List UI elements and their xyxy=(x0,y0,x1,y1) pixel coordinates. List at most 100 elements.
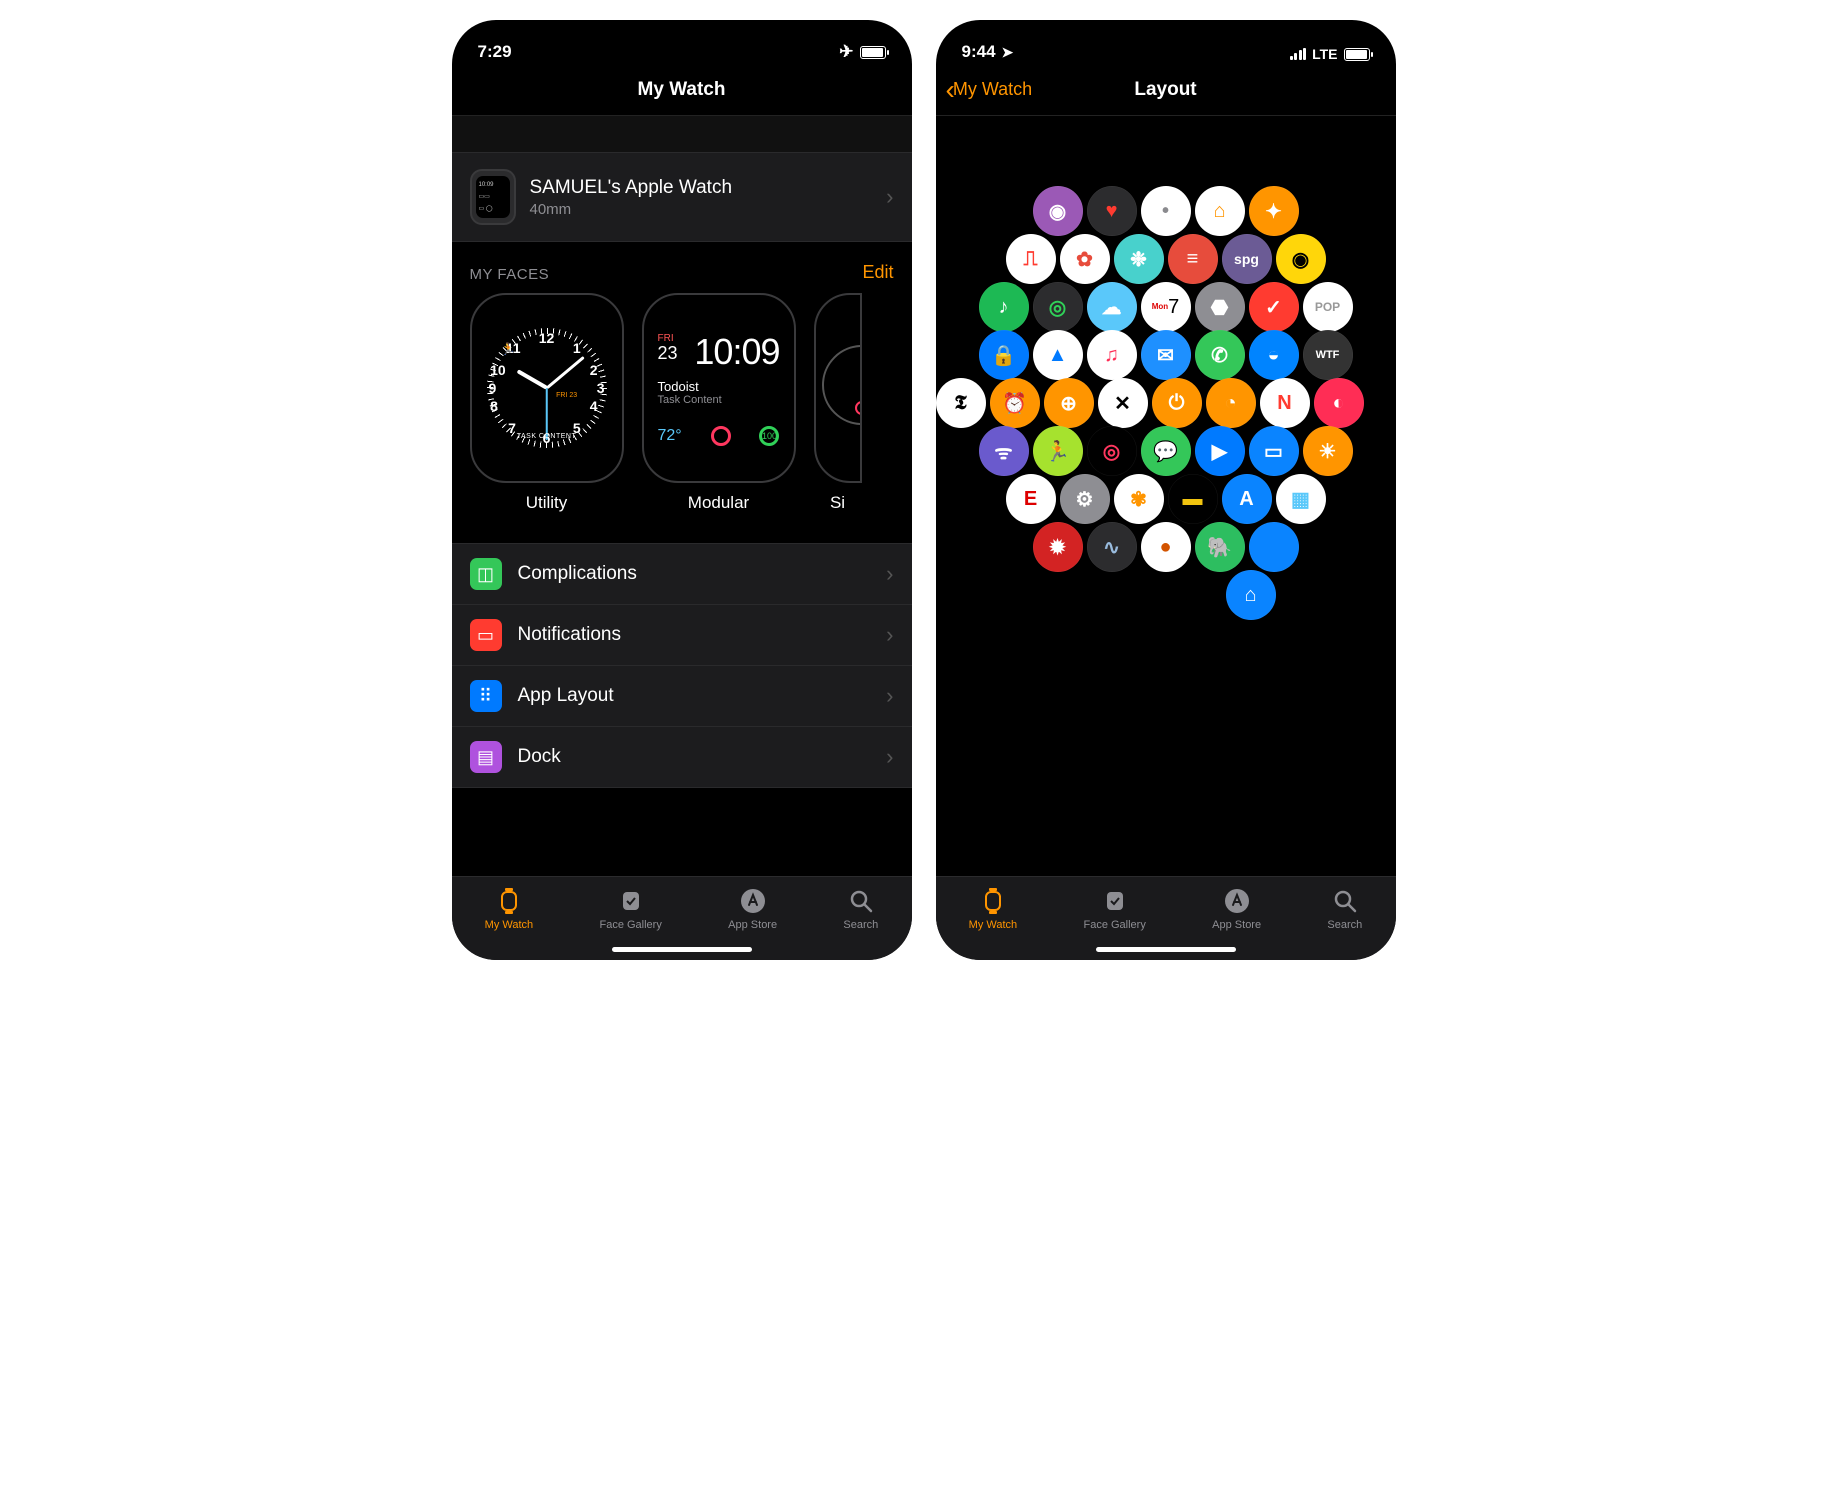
watch-size: 40mm xyxy=(530,201,873,218)
app-pop[interactable]: POP xyxy=(1303,282,1353,332)
app-home[interactable]: ⌂ xyxy=(1195,186,1245,236)
tab-app-store[interactable]: App Store xyxy=(728,887,777,931)
chevron-right-icon: › xyxy=(886,622,893,648)
app-authenticator[interactable]: 🔒 xyxy=(979,330,1029,380)
app-things[interactable]: ✓ xyxy=(1249,282,1299,332)
face-modular[interactable]: FRI23 10:09 Todoist Task Content 72° 100 xyxy=(642,293,796,513)
app-fitness[interactable]: 🏃 xyxy=(1033,426,1083,476)
app-contacts[interactable]: • xyxy=(1141,186,1191,236)
app-homeapp[interactable]: ⌂ xyxy=(1226,570,1276,620)
search-tab-icon xyxy=(847,887,875,915)
app-breathe[interactable]: ✿ xyxy=(1060,234,1110,284)
app-mail[interactable]: ✉ xyxy=(1141,330,1191,380)
notifications-icon: ▭ xyxy=(470,619,502,651)
dock-icon: ▤ xyxy=(470,741,502,773)
app-keynote[interactable]: ▭ xyxy=(1249,426,1299,476)
status-time: 9:44 xyxy=(962,42,996,62)
complications-row[interactable]: ◫ Complications › xyxy=(452,544,912,605)
app-workout[interactable]: ✦ xyxy=(1249,186,1299,236)
app-darksky[interactable]: ☀ xyxy=(1303,426,1353,476)
nav-header: ‹ My Watch Layout xyxy=(936,64,1396,116)
app-nyt[interactable]: 𝕿 xyxy=(936,378,986,428)
edit-button[interactable]: Edit xyxy=(862,262,893,283)
app-news[interactable]: N xyxy=(1260,378,1310,428)
page-title: My Watch xyxy=(638,79,726,101)
app-alarm[interactable]: ⏰ xyxy=(990,378,1040,428)
app-timer[interactable]: ⏻ xyxy=(1152,378,1202,428)
complications-icon: ◫ xyxy=(470,558,502,590)
app-camera[interactable]: ◉ xyxy=(1276,234,1326,284)
app-weather[interactable]: ☁ xyxy=(1087,282,1137,332)
app-stopwatch[interactable]: ◔ xyxy=(1206,378,1256,428)
screen-layout: 9:44 ➤ LTE ‹ My Watch Layout ◉♥•⌂✦⎍✿❉≡sp… xyxy=(936,20,1396,960)
settings-list: ◫ Complications › ▭ Notifications › ⠿ Ap… xyxy=(452,543,912,788)
my-faces-label: MY FACES xyxy=(470,266,550,283)
app-stocks[interactable]: ∿ xyxy=(1087,522,1137,572)
app-mind[interactable]: ❉ xyxy=(1114,234,1164,284)
app-photos[interactable]: ✾ xyxy=(1114,474,1164,524)
analog-clock-icon: 12 1 2 3 4 5 6 7 8 9 10 11 xyxy=(487,328,607,448)
notifications-row[interactable]: ▭ Notifications › xyxy=(452,605,912,666)
app-blue[interactable] xyxy=(1249,522,1299,572)
app-remote[interactable]: ᯤ xyxy=(979,426,1029,476)
home-indicator[interactable] xyxy=(1096,947,1236,952)
app-appstore[interactable]: A xyxy=(1222,474,1272,524)
app-wtf[interactable]: WTF xyxy=(1303,330,1353,380)
home-indicator[interactable] xyxy=(612,947,752,952)
my-faces-header: MY FACES Edit xyxy=(452,242,912,293)
app-layout-row[interactable]: ⠿ App Layout › xyxy=(452,666,912,727)
app-todoist[interactable]: ≡ xyxy=(1168,234,1218,284)
app-messages[interactable]: 💬 xyxy=(1141,426,1191,476)
tab-search[interactable]: Search xyxy=(843,887,878,931)
app-grey[interactable]: ⬣ xyxy=(1195,282,1245,332)
paired-watch-row[interactable]: 10:09▭▭▭ ◯ SAMUEL's Apple Watch 40mm › xyxy=(452,152,912,242)
app-pink[interactable]: ◐ xyxy=(1314,378,1364,428)
app-settings[interactable]: ⚙ xyxy=(1060,474,1110,524)
battery-icon xyxy=(860,46,886,59)
app-calendar[interactable]: Mon7 xyxy=(1141,282,1191,332)
my-watch-tab-icon xyxy=(495,887,523,915)
app-podcasts[interactable]: ◉ xyxy=(1033,186,1083,236)
app-espn[interactable]: E xyxy=(1006,474,1056,524)
app-world[interactable]: ⊕ xyxy=(1044,378,1094,428)
chevron-right-icon: › xyxy=(886,744,893,770)
tab-face-gallery[interactable]: Face Gallery xyxy=(1083,887,1145,931)
app-evernote[interactable]: 🐘 xyxy=(1195,522,1245,572)
airplane-icon: ✈︎ xyxy=(839,42,853,62)
app-streaks[interactable]: ● xyxy=(1141,522,1191,572)
app-spg[interactable]: spg xyxy=(1222,234,1272,284)
app-store-tab-icon xyxy=(739,887,767,915)
app-messenger[interactable]: ◒ xyxy=(1249,330,1299,380)
my-watch-tab-icon xyxy=(979,887,1007,915)
app-ecg[interactable]: ⎍ xyxy=(1006,234,1056,284)
app-spotify[interactable]: ♪ xyxy=(979,282,1029,332)
app-shortcuts[interactable]: ▦ xyxy=(1276,474,1326,524)
modular-clock-icon: FRI23 10:09 Todoist Task Content 72° 100 xyxy=(658,331,780,446)
tab-my-watch[interactable]: My Watch xyxy=(969,887,1018,931)
tab-search[interactable]: Search xyxy=(1327,887,1362,931)
dock-row[interactable]: ▤ Dock › xyxy=(452,727,912,788)
app-music[interactable]: ♫ xyxy=(1087,330,1137,380)
tab-app-store[interactable]: App Store xyxy=(1212,887,1261,931)
app-clock[interactable]: ✕ xyxy=(1098,378,1148,428)
face-peek[interactable]: Si xyxy=(814,293,862,513)
face-gallery-tab-icon xyxy=(617,887,645,915)
back-button[interactable]: ‹ My Watch xyxy=(946,76,1033,104)
page-title: Layout xyxy=(1134,79,1196,101)
app-hex-grid[interactable]: ◉♥•⌂✦⎍✿❉≡spg◉♪◎☁Mon7⬣✓POP🔒▲♫✉✆◒WTF𝕿⏰⊕✕⏻◔… xyxy=(936,156,1396,796)
app-activity[interactable]: ◎ xyxy=(1087,426,1137,476)
app-yelp[interactable]: ✹ xyxy=(1033,522,1083,572)
app-play[interactable]: ▶ xyxy=(1195,426,1245,476)
face-label: Modular xyxy=(688,493,749,513)
face-gallery-tab-icon xyxy=(1101,887,1129,915)
faces-carousel[interactable]: 12 1 2 3 4 5 6 7 8 9 10 11 xyxy=(452,293,912,517)
app-wallet[interactable]: ▬ xyxy=(1168,474,1218,524)
app-maps-arrow[interactable]: ▲ xyxy=(1033,330,1083,380)
tab-my-watch[interactable]: My Watch xyxy=(485,887,534,931)
app-phone[interactable]: ✆ xyxy=(1195,330,1245,380)
face-utility[interactable]: 12 1 2 3 4 5 6 7 8 9 10 11 xyxy=(470,293,624,513)
app-findmy[interactable]: ◎ xyxy=(1033,282,1083,332)
location-icon: ➤ xyxy=(1002,44,1014,61)
tab-face-gallery[interactable]: Face Gallery xyxy=(599,887,661,931)
app-heart[interactable]: ♥ xyxy=(1087,186,1137,236)
